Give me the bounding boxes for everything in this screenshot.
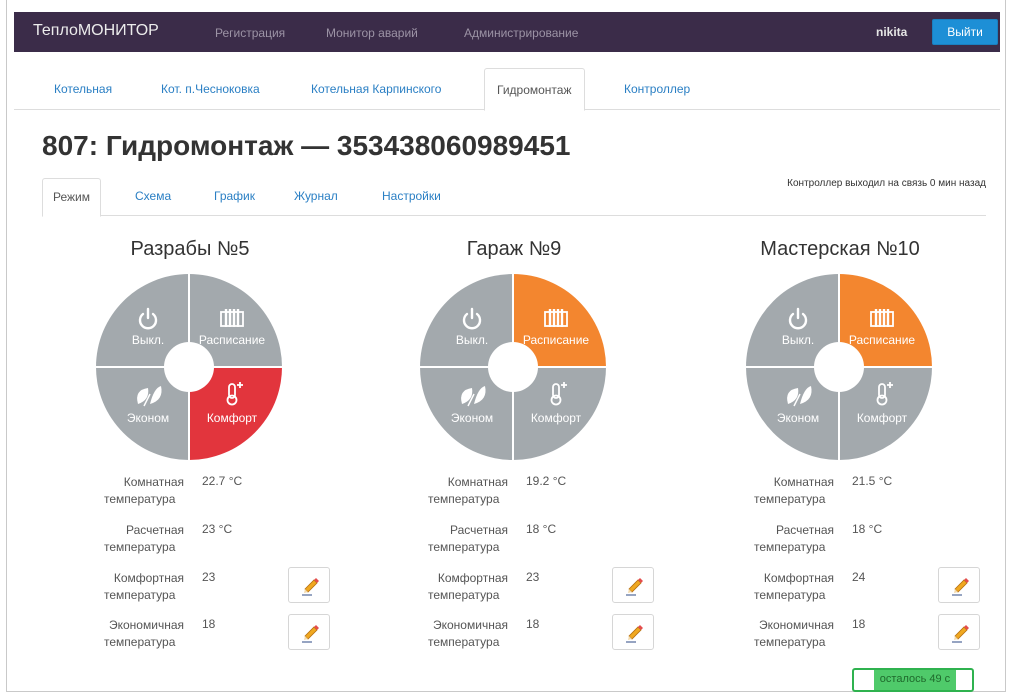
param-label: Комфортная — [113, 571, 184, 585]
mode-label: Комфорт — [531, 411, 582, 425]
page-title: 807: Гидромонтаж — 353438060989451 — [42, 130, 571, 161]
param-value: 22.7 °C — [202, 474, 243, 488]
param-label: Комфортная — [437, 571, 508, 585]
param-label: Экономичная — [759, 618, 834, 632]
mode-dial: Выкл. Расписание Эконом Комфорт — [96, 274, 282, 460]
edit-economy-temp-button[interactable] — [938, 614, 980, 650]
param-value: 23 — [202, 570, 216, 584]
mode-label: Эконом — [777, 411, 819, 425]
edit-economy-temp-button[interactable] — [612, 614, 654, 650]
param-value: 18 — [526, 617, 540, 631]
param-label: Комфортная — [763, 571, 834, 585]
navbar: ТеплоМОНИТОР Регистрация Монитор аварий … — [14, 12, 1000, 52]
logout-button[interactable]: Выйти — [932, 19, 998, 45]
param-label: Расчетная — [450, 523, 508, 537]
pencil-icon — [302, 578, 319, 596]
mode-label: Комфорт — [207, 411, 258, 425]
zone-card: Гараж №9 Выкл. Расписание Эконом Комфорт Комн… — [418, 236, 718, 666]
param-value: 18 °C — [852, 522, 883, 536]
mode-label: Эконом — [127, 411, 169, 425]
mode-label: Расписание — [199, 333, 265, 347]
param-label-sub: температура — [428, 492, 500, 506]
tab-mode[interactable]: Режим — [42, 178, 101, 217]
edit-comfort-temp-button[interactable] — [938, 567, 980, 603]
pencil-icon — [952, 625, 969, 643]
param-label-sub: температура — [754, 635, 826, 649]
tab-boiler-kotelnaya[interactable]: Котельная — [54, 82, 112, 96]
param-label-sub: температура — [104, 492, 176, 506]
param-label-sub: температура — [104, 540, 176, 554]
nav-link-registration[interactable]: Регистрация — [215, 26, 285, 40]
param-label-sub: температура — [754, 492, 826, 506]
user-name: nikita — [876, 25, 908, 39]
tab-boiler-controller[interactable]: Контроллер — [624, 82, 690, 96]
brand-logo[interactable]: ТеплоМОНИТОР — [33, 22, 159, 40]
pencil-icon — [302, 625, 319, 643]
param-value: 24 — [852, 570, 866, 584]
dial-center — [164, 342, 214, 392]
tab-boiler-chesnokovka[interactable]: Кот. п.Чесноковка — [161, 82, 260, 96]
mode-label: Выкл. — [782, 333, 814, 347]
tab-settings[interactable]: Настройки — [382, 189, 441, 203]
zone-card: Разрабы №5 Выкл. Расписание Эконом Комфорт Ко… — [94, 236, 394, 666]
edit-economy-temp-button[interactable] — [288, 614, 330, 650]
param-label: Комнатная — [123, 475, 184, 489]
mode-label: Выкл. — [132, 333, 164, 347]
param-label-sub: температура — [428, 588, 500, 602]
mode-label: Выкл. — [456, 333, 488, 347]
param-value: 18 °C — [526, 522, 557, 536]
param-value: 23 — [526, 570, 540, 584]
mode-dial: Выкл. Расписание Эконом Комфорт — [420, 274, 606, 460]
param-label: Расчетная — [126, 523, 184, 537]
param-label: Расчетная — [776, 523, 834, 537]
dial-center — [488, 342, 538, 392]
mode-dial: Выкл. Расписание Эконом Комфорт — [746, 274, 932, 460]
dial-center — [814, 342, 864, 392]
nav-link-alarm-monitor[interactable]: Монитор аварий — [326, 26, 418, 40]
pencil-icon — [952, 578, 969, 596]
param-label: Экономичная — [109, 618, 184, 632]
session-timer: осталось 49 с — [852, 668, 974, 692]
param-value: 18 — [202, 617, 216, 631]
zone-name: Разрабы №5 — [130, 238, 250, 260]
param-label-sub: температура — [428, 540, 500, 554]
pencil-icon — [626, 578, 643, 596]
tab-chart[interactable]: График — [214, 189, 255, 203]
zone-card: Мастерская №10 Выкл. Расписание Эконом Комфо… — [744, 236, 1011, 666]
param-value: 23 °C — [202, 522, 233, 536]
view-tabs: Режим Схема График Журнал Настройки Конт… — [42, 178, 986, 217]
timer-text: осталось 49 с — [879, 673, 951, 685]
mode-label: Комфорт — [857, 411, 908, 425]
boiler-tabs: Котельная Кот. п.Чесноковка Котельная Ка… — [14, 68, 1000, 111]
param-label-sub: температура — [104, 588, 176, 602]
pencil-icon — [626, 625, 643, 643]
tab-scheme[interactable]: Схема — [135, 189, 171, 203]
nav-link-administration[interactable]: Администрирование — [464, 26, 578, 40]
mode-label: Расписание — [523, 333, 589, 347]
edit-comfort-temp-button[interactable] — [612, 567, 654, 603]
zone-name: Гараж №9 — [466, 238, 562, 260]
param-value: 18 — [852, 617, 866, 631]
mode-label: Расписание — [849, 333, 915, 347]
zone-name: Мастерская №10 — [760, 238, 920, 260]
tab-journal[interactable]: Журнал — [294, 189, 338, 203]
param-label: Экономичная — [433, 618, 508, 632]
last-seen-status: Контроллер выходил на связь 0 мин назад — [787, 178, 986, 189]
param-label-sub: температура — [754, 588, 826, 602]
param-label: Комнатная — [447, 475, 508, 489]
edit-comfort-temp-button[interactable] — [288, 567, 330, 603]
mode-label: Эконом — [451, 411, 493, 425]
tab-boiler-gidromontazh[interactable]: Гидромонтаж — [484, 68, 585, 111]
param-label-sub: температура — [754, 540, 826, 554]
tab-boiler-karpinsky[interactable]: Котельная Карпинского — [311, 82, 441, 96]
param-value: 21.5 °C — [852, 474, 893, 488]
param-value: 19.2 °C — [526, 474, 567, 488]
param-label-sub: температура — [104, 635, 176, 649]
param-label-sub: температура — [428, 635, 500, 649]
param-label: Комнатная — [773, 475, 834, 489]
